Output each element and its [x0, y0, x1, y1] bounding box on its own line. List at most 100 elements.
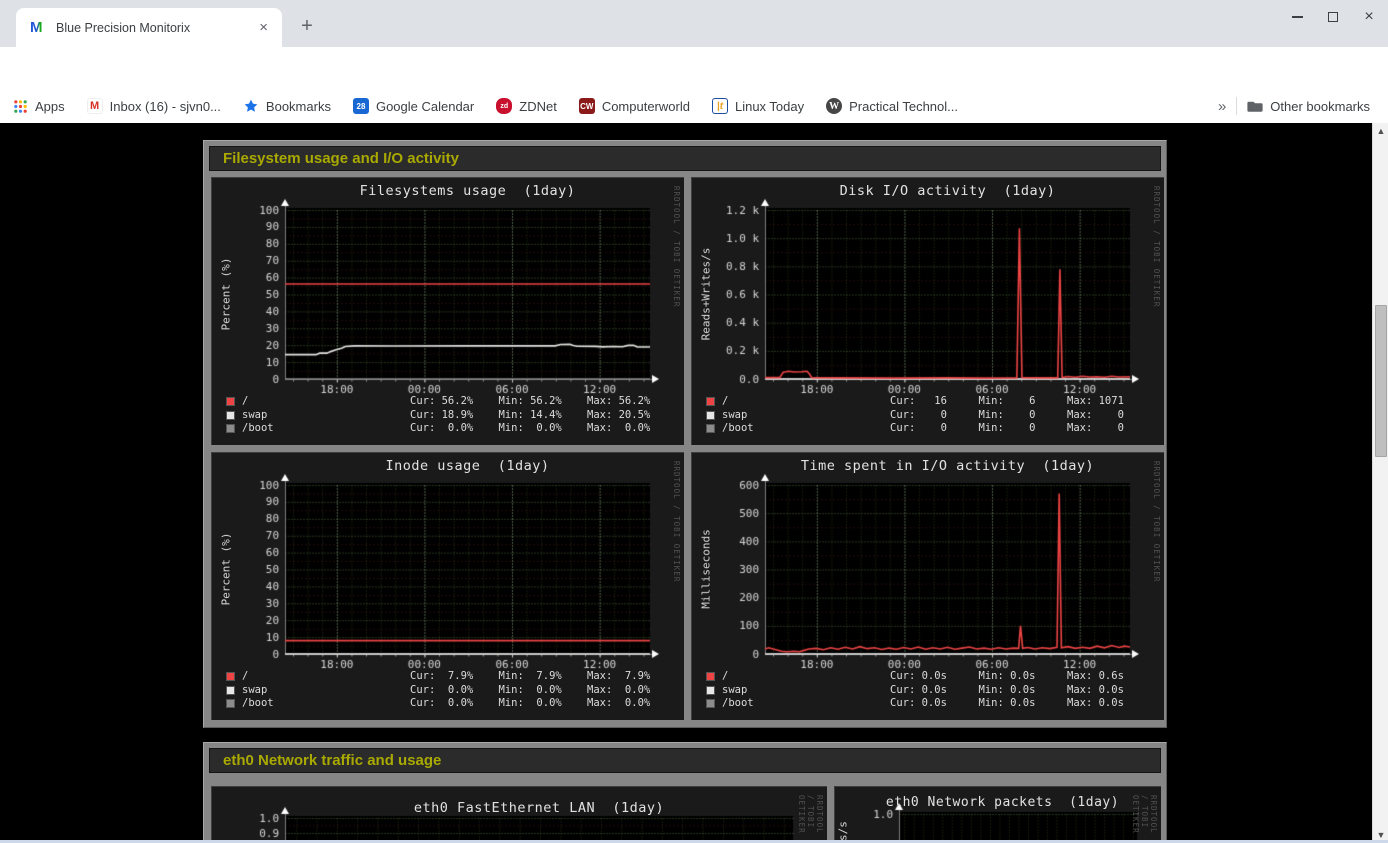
gmail-icon: M — [87, 98, 103, 114]
graph-title: eth0 FastEthernet LAN (1day) — [285, 800, 793, 816]
bookmark-label: Practical Technol... — [849, 99, 958, 114]
rrdtool-watermark: RRDTOOL / TOBI OETIKER — [797, 795, 824, 843]
legend-swatch — [226, 424, 235, 433]
legend-swatch — [706, 424, 715, 433]
graph-title: Inode usage (1day) — [285, 458, 650, 474]
graph-time-io: Time spent in I/O activity (1day) Millis… — [691, 452, 1164, 720]
legend-row: /bootCur: 0 Min: 0 Max: 0 — [706, 422, 1156, 436]
legend-row: swapCur: 0.0s Min: 0.0s Max: 0.0s — [706, 684, 1156, 698]
bookmark-label: Linux Today — [735, 99, 804, 114]
bookmark-apps[interactable]: Apps — [12, 98, 65, 114]
legend-swatch — [706, 672, 715, 681]
graph-legend: /Cur: 16 Min: 6 Max: 1071 swapCur: 0 Min… — [706, 395, 1156, 436]
legend-stats: Cur: 0.0s Min: 0.0s Max: 0.0s — [890, 697, 1124, 709]
calendar-icon: 28 — [353, 98, 369, 114]
bookmark-computerworld[interactable]: CW Computerworld — [579, 98, 690, 114]
legend-row: /Cur: 0.0s Min: 0.0s Max: 0.6s — [706, 670, 1156, 684]
legend-row: /Cur: 16 Min: 6 Max: 1071 — [706, 395, 1156, 409]
legend-swatch — [226, 411, 235, 420]
graph-title: eth0 Network packets (1day) — [855, 795, 1150, 810]
legend-swatch — [226, 672, 235, 681]
legend-swatch — [706, 411, 715, 420]
legend-stats: Cur: 16 Min: 6 Max: 1071 — [890, 395, 1124, 407]
close-button[interactable]: × — [1358, 6, 1380, 28]
bookmark-label: ZDNet — [519, 99, 557, 114]
legend-row: /bootCur: 0.0% Min: 0.0% Max: 0.0% — [226, 422, 676, 436]
legend-stats: Cur: 0.0s Min: 0.0s Max: 0.6s — [890, 670, 1124, 682]
linux-today-icon: |t — [712, 98, 728, 114]
legend-row: swapCur: 0.0% Min: 0.0% Max: 0.0% — [226, 684, 676, 698]
scrollbar-thumb[interactable] — [1375, 305, 1387, 457]
rrdtool-watermark: RRDTOOL / TOBI OETIKER — [1131, 795, 1158, 843]
legend-stats: Cur: 0.0% Min: 0.0% Max: 0.0% — [410, 697, 650, 709]
rrdtool-watermark: RRDTOOL / TOBI OETIKER — [672, 461, 681, 582]
graph-legend: /Cur: 7.9% Min: 7.9% Max: 7.9% swapCur: … — [226, 670, 676, 711]
legend-row: /Cur: 7.9% Min: 7.9% Max: 7.9% — [226, 670, 676, 684]
legend-stats: Cur: 18.9% Min: 14.4% Max: 20.5% — [410, 409, 650, 421]
bookmark-practical-technology[interactable]: W Practical Technol... — [826, 98, 958, 114]
wordpress-icon: W — [826, 98, 842, 114]
bookmark-inbox[interactable]: M Inbox (16) - sjvn0... — [87, 98, 221, 114]
legend-stats: Cur: 7.9% Min: 7.9% Max: 7.9% — [410, 670, 650, 682]
y-axis-label: Percent (%) — [220, 258, 233, 331]
bookmark-linux-today[interactable]: |t Linux Today — [712, 98, 804, 114]
new-tab-button[interactable]: + — [294, 14, 320, 40]
maximize-button[interactable] — [1322, 6, 1344, 28]
legend-row: /bootCur: 0.0% Min: 0.0% Max: 0.0% — [226, 697, 676, 711]
bookmarks-divider — [1236, 97, 1237, 115]
zdnet-icon: zd — [496, 98, 512, 114]
legend-stats: Cur: 0.0% Min: 0.0% Max: 0.0% — [410, 422, 650, 434]
bookmark-zdnet[interactable]: zd ZDNet — [496, 98, 557, 114]
legend-swatch — [226, 699, 235, 708]
legend-row: swapCur: 0 Min: 0 Max: 0 — [706, 409, 1156, 423]
monitorix-favicon: M — [30, 20, 46, 36]
browser-window: M Blue Precision Monitorix × + × localho… — [0, 0, 1388, 843]
graph-filesystems-usage: Filesystems usage (1day) Percent (%) RRD… — [211, 177, 684, 445]
computerworld-icon: CW — [579, 98, 595, 114]
monitorix-page: Filesystem usage and I/O activity Filesy… — [0, 123, 1372, 843]
page-scrollbar[interactable]: ▲ ▼ — [1372, 123, 1388, 843]
bookmark-label: Google Calendar — [376, 99, 474, 114]
legend-swatch — [706, 699, 715, 708]
folder-icon — [1247, 98, 1263, 114]
window-controls: × — [1286, 6, 1380, 28]
graph-eth0-lan: eth0 FastEthernet LAN (1day) RRDTOOL / T… — [211, 786, 827, 843]
bookmarks-overflow-chevron[interactable]: » — [1218, 98, 1226, 115]
rrdtool-watermark: RRDTOOL / TOBI OETIKER — [672, 186, 681, 307]
bookmark-bookmarks[interactable]: Bookmarks — [243, 98, 331, 114]
section-filesystem: Filesystem usage and I/O activity Filesy… — [203, 140, 1167, 728]
tab-close-icon[interactable]: × — [255, 19, 272, 36]
rrdtool-watermark: RRDTOOL / TOBI OETIKER — [1152, 461, 1161, 582]
other-bookmarks-label: Other bookmarks — [1270, 99, 1370, 114]
star-icon — [243, 98, 259, 114]
other-bookmarks[interactable]: Other bookmarks — [1247, 98, 1370, 114]
legend-stats: Cur: 56.2% Min: 56.2% Max: 56.2% — [410, 395, 650, 407]
graph-disk-io: Disk I/O activity (1day) Reads+Writes/s … — [691, 177, 1164, 445]
legend-row: /Cur: 56.2% Min: 56.2% Max: 56.2% — [226, 395, 676, 409]
legend-row: swapCur: 18.9% Min: 14.4% Max: 20.5% — [226, 409, 676, 423]
y-axis-label: Reads+Writes/s — [700, 248, 713, 341]
y-axis-label: Milliseconds — [700, 529, 713, 608]
legend-swatch — [706, 397, 715, 406]
graph-legend: /Cur: 0.0s Min: 0.0s Max: 0.6s swapCur: … — [706, 670, 1156, 711]
bookmark-google-calendar[interactable]: 28 Google Calendar — [353, 98, 474, 114]
scrollbar-up-arrow[interactable]: ▲ — [1373, 123, 1388, 139]
legend-stats: Cur: 0.0s Min: 0.0s Max: 0.0s — [890, 684, 1124, 696]
y-axis-label: s/s — [837, 821, 850, 841]
legend-stats: Cur: 0.0% Min: 0.0% Max: 0.0% — [410, 684, 650, 696]
bookmarks-bar: Apps M Inbox (16) - sjvn0... Bookmarks 2… — [0, 89, 1388, 123]
bookmark-label: Bookmarks — [266, 99, 331, 114]
tab-title: Blue Precision Monitorix — [56, 21, 255, 35]
legend-swatch — [226, 686, 235, 695]
minimize-button[interactable] — [1286, 6, 1308, 28]
graph-title: Time spent in I/O activity (1day) — [765, 458, 1130, 474]
bookmark-label: Apps — [35, 99, 65, 114]
legend-row: /bootCur: 0.0s Min: 0.0s Max: 0.0s — [706, 697, 1156, 711]
graph-legend: /Cur: 56.2% Min: 56.2% Max: 56.2% swapCu… — [226, 395, 676, 436]
browser-toolbar: localhost:8080/monitorix-cgi/monitorix.c… — [0, 47, 1388, 89]
legend-stats: Cur: 0 Min: 0 Max: 0 — [890, 422, 1124, 434]
legend-swatch — [226, 397, 235, 406]
section-title: eth0 Network traffic and usage — [209, 748, 1161, 773]
legend-swatch — [706, 686, 715, 695]
browser-tab[interactable]: M Blue Precision Monitorix × — [16, 8, 282, 47]
